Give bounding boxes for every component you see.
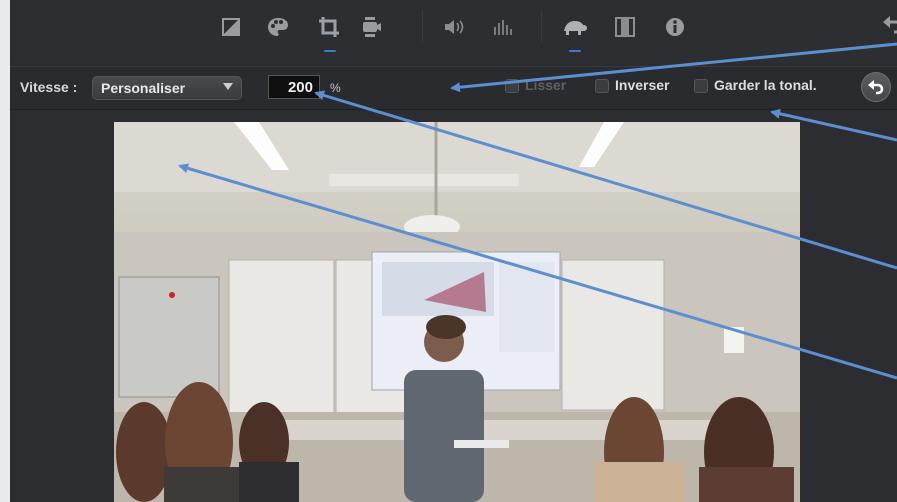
- annotation-arrows: [178, 42, 897, 380]
- annotation-arrow-speed-bar: [450, 42, 897, 93]
- annotation-arrow-checkboxes: [770, 108, 897, 142]
- annotation-arrow-video: [178, 163, 897, 380]
